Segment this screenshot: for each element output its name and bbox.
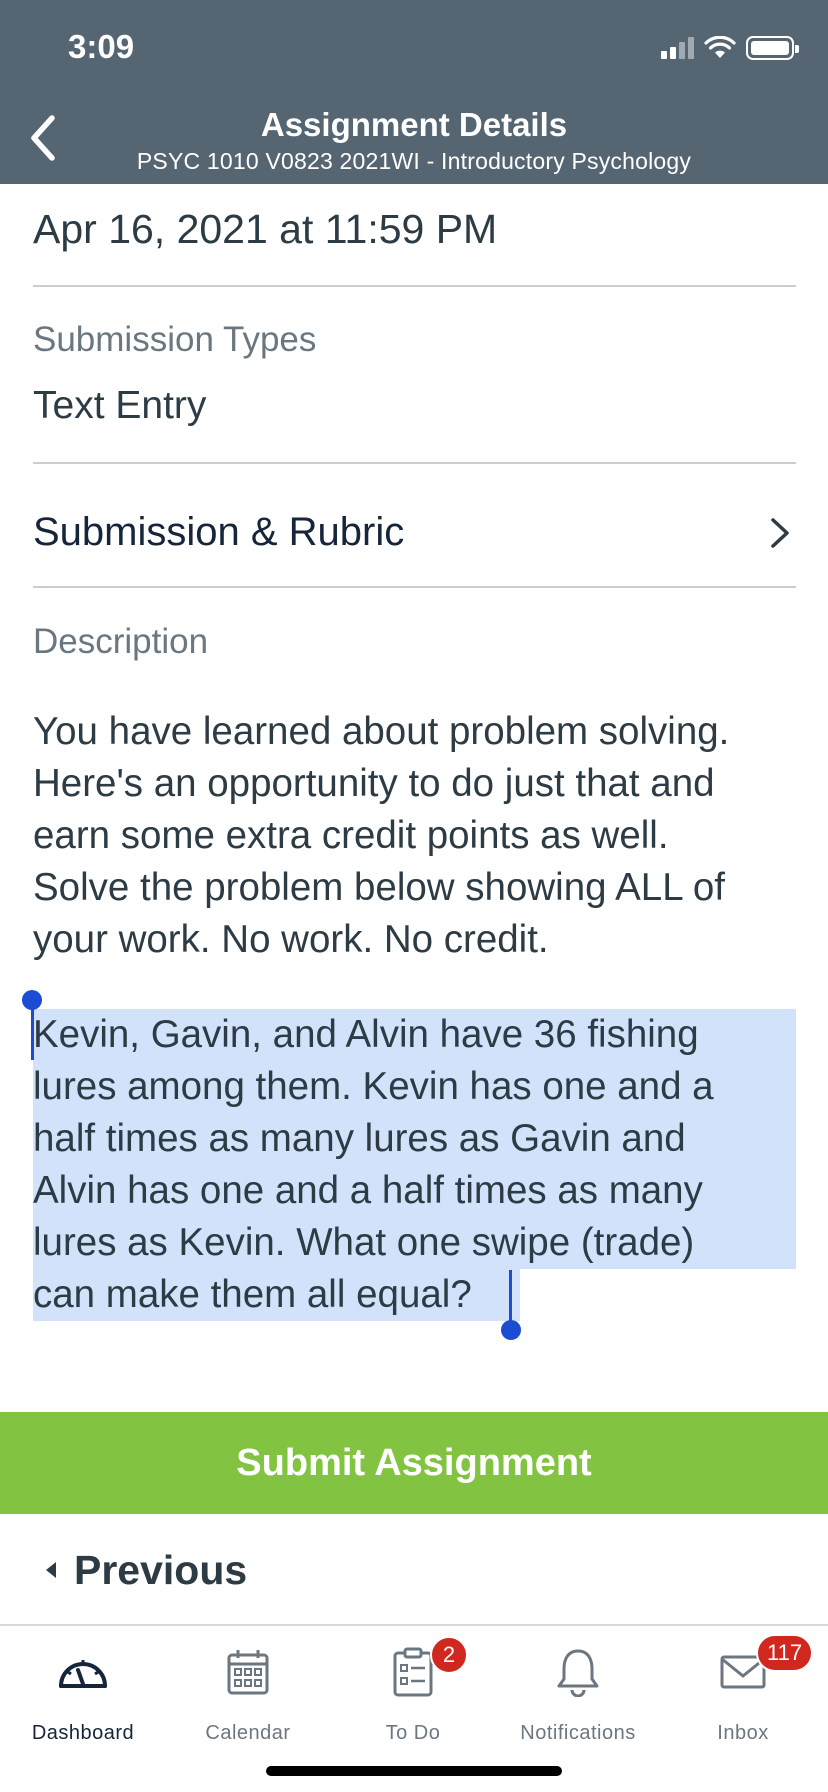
description-line: Alvin has one and a half times as many	[33, 1169, 703, 1212]
description-paragraph-2: Kevin, Gavin, and Alvin have 36 fishing …	[33, 1009, 803, 1321]
status-icons	[661, 36, 799, 60]
tab-dashboard[interactable]: Dashboard	[0, 1640, 166, 1750]
battery-icon	[746, 36, 799, 60]
description-line: your work. No work. No credit.	[33, 918, 549, 961]
dashboard-icon	[53, 1646, 113, 1698]
tab-todo[interactable]: 2 To Do	[330, 1636, 496, 1750]
selection-start-caret	[31, 1000, 34, 1060]
due-date: Apr 16, 2021 at 11:59 PM	[33, 206, 498, 252]
submission-rubric-label: Submission & Rubric	[33, 510, 405, 554]
tab-label: Dashboard	[31, 1722, 135, 1744]
home-indicator	[266, 1766, 562, 1776]
description-line: lures as Kevin. What one swipe (trade)	[33, 1221, 695, 1264]
chevron-right-icon	[771, 518, 789, 548]
wifi-icon	[704, 36, 736, 58]
caret-left-icon	[46, 1562, 56, 1578]
description-line: Here's an opportunity to do just that an…	[33, 762, 715, 805]
status-time: 3:09	[68, 28, 135, 65]
previous-label: Previous	[74, 1546, 248, 1593]
description-label: Description	[33, 622, 209, 661]
course-subtitle: PSYC 1010 V0823 2021WI - Introductory Ps…	[136, 148, 692, 174]
submit-assignment-button[interactable]: Submit Assignment	[0, 1412, 828, 1514]
divider	[33, 285, 796, 287]
tab-label: To Do	[385, 1722, 441, 1744]
description-line: Solve the problem below showing ALL of	[33, 866, 726, 909]
description-line: can make them all equal?	[33, 1273, 472, 1316]
navigation-header: 3:09 Assignment Details PSYC 1010 V0823 …	[0, 0, 828, 184]
submission-rubric-row[interactable]: Submission & Rubric	[0, 474, 828, 592]
divider	[33, 586, 796, 588]
inbox-badge: 117	[756, 1634, 814, 1672]
submission-types-value: Text Entry	[33, 384, 207, 427]
calendar-icon	[218, 1646, 278, 1698]
tab-inbox[interactable]: 117 Inbox	[660, 1634, 826, 1750]
description-line: Kevin, Gavin, and Alvin have 36 fishing	[33, 1013, 699, 1056]
page-title: Assignment Details	[260, 106, 568, 143]
tab-label: Notifications	[520, 1722, 636, 1744]
description-line: lures among them. Kevin has one and a	[33, 1065, 714, 1108]
todo-badge: 2	[430, 1636, 468, 1674]
bell-icon	[548, 1646, 608, 1698]
tab-label: Calendar	[205, 1722, 291, 1744]
tab-notifications[interactable]: Notifications	[495, 1640, 661, 1750]
selection-end-handle[interactable]	[501, 1320, 521, 1340]
previous-button[interactable]: Previous	[46, 1540, 247, 1600]
description-paragraph-1: You have learned about problem solving. …	[33, 706, 803, 966]
description-line: earn some extra credit points as well.	[33, 814, 669, 857]
tab-calendar[interactable]: Calendar	[165, 1640, 331, 1750]
divider	[33, 462, 796, 464]
cellular-signal-icon	[661, 37, 694, 59]
description-line: half times as many lures as Gavin and	[33, 1117, 686, 1160]
tab-label: Inbox	[717, 1722, 769, 1744]
submission-types-label: Submission Types	[33, 320, 317, 359]
description-line: You have learned about problem solving.	[33, 710, 730, 753]
